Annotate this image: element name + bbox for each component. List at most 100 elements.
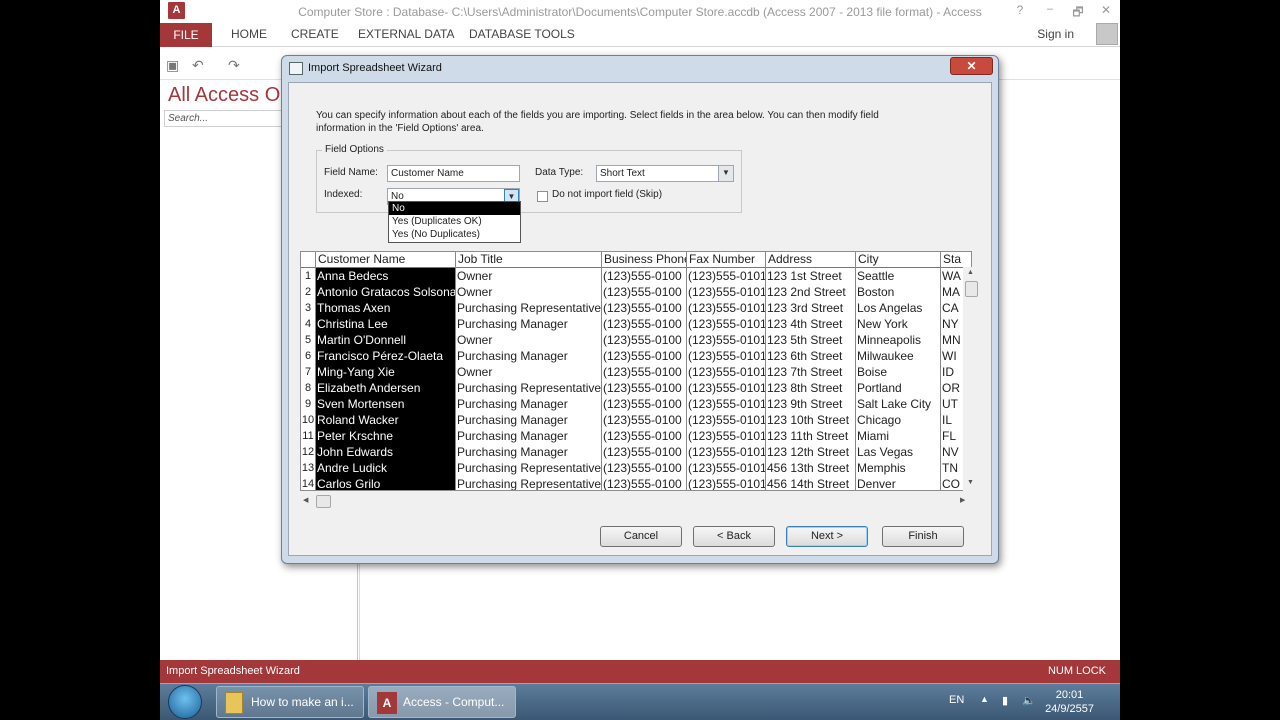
taskbar-item-label: How to make an i... [251,695,354,709]
scrollbar-thumb[interactable] [965,281,978,297]
grid-cell: (123)555-0100 [603,477,682,491]
title-bar: A Computer Store : Database- C:\Users\Ad… [160,0,1120,23]
grid-cell: Owner [457,269,493,283]
language-indicator[interactable]: EN [949,694,964,706]
grid-cell: Denver [857,477,896,491]
grid-cell: Purchasing Representative [457,477,601,491]
scroll-left-icon[interactable]: ◀ [303,496,308,504]
field-name-input[interactable]: Customer Name [387,165,520,182]
help-icon[interactable]: ? [1010,3,1030,17]
tab-create[interactable]: CREATE [291,27,339,41]
data-type-select[interactable]: Short Text ▼ [596,165,734,182]
volume-icon[interactable]: 🔈 [1022,694,1036,707]
taskbar-item-folder[interactable]: How to make an i... [216,686,364,718]
grid-cell: (123)555-0100 [603,445,682,459]
data-type-label: Data Type: [535,167,584,178]
network-icon[interactable]: ▮ [1002,694,1008,707]
redo-icon[interactable]: ↷ [228,57,240,74]
next-button[interactable]: Next > [786,526,868,547]
finish-button[interactable]: Finish [882,526,964,547]
indexed-label: Indexed: [324,189,363,200]
grid-cell: (123)555-0101 [688,365,765,379]
dropdown-option[interactable]: No [389,202,520,215]
grid-cell: 456 14th Street [767,477,850,491]
close-icon[interactable]: ✕ [1096,3,1116,17]
grid-cell: 123 11th Street [767,429,849,443]
grid-cell: Minneapolis [857,333,922,347]
grid-cell: Miami [857,429,889,443]
grid-cell: Sven Mortensen [316,396,455,412]
horizontal-scrollbar[interactable]: ◀ ▶ [300,493,972,510]
dropdown-option[interactable]: Yes (No Duplicates) [389,228,520,241]
row-number: 10 [301,414,315,426]
grid-column-address[interactable]: Address 123 1st Street 123 2nd Street 123 3… [766,252,856,491]
grid-column-business-phone[interactable]: Business Phone (123)555-0100 (123)555-0100… [602,252,687,491]
clock[interactable]: 20:01 24/9/2557 [1045,688,1094,716]
grid-column-row-number[interactable]: 1 2 3 4 5 6 7 8 9 10 11 12 13 14 [301,252,316,490]
save-icon[interactable]: ▣ [166,57,179,74]
avatar[interactable] [1096,23,1118,45]
column-header[interactable]: Business Phone [602,252,686,268]
grid-cell: (123)555-0100 [603,285,682,299]
taskbar-item-access[interactable]: A Access - Comput... [368,686,516,718]
grid-cell: 123 10th Street [767,413,850,427]
column-header[interactable]: Fax Number [687,252,765,268]
chevron-down-icon[interactable]: ▼ [718,166,733,181]
grid-column-customer-name[interactable]: Customer Name Anna Bedecs Antonio Gratacos… [316,252,456,490]
grid-cell: (123)555-0101 [688,317,765,331]
column-header[interactable]: Customer Name [316,252,455,268]
tray-expand-icon[interactable]: ▲ [980,694,989,704]
back-button[interactable]: < Back [693,526,775,547]
grid-column-job-title[interactable]: Job Title Owner Owner Purchasing Representa… [456,252,602,491]
tab-home[interactable]: HOME [231,27,267,41]
cancel-button[interactable]: Cancel [600,526,682,547]
grid-cell: Las Vegas [857,445,914,459]
minimize-icon[interactable]: – [1040,3,1060,15]
grid-cell: Boston [857,285,895,299]
row-number: 14 [301,478,315,490]
column-header[interactable]: Address [766,252,855,268]
import-spreadsheet-wizard-dialog: Import Spreadsheet Wizard ✕ You can spec… [281,55,999,564]
tab-external-data[interactable]: EXTERNAL DATA [358,27,454,41]
dialog-body: You can specify information about each o… [288,82,992,556]
column-header[interactable]: Sta [941,252,971,268]
row-number: 2 [304,286,312,298]
grid-cell: (123)555-0101 [688,301,765,315]
scroll-up-icon[interactable]: ▲ [967,269,974,276]
grid-cell: Purchasing Manager [457,349,568,363]
tab-database-tools[interactable]: DATABASE TOOLS [469,27,575,41]
grid-cell: (123)555-0101 [688,285,765,299]
clock-date: 24/9/2557 [1045,703,1094,715]
grid-cell: Boise [857,365,888,379]
status-text: Import Spreadsheet Wizard [166,665,300,677]
scroll-down-icon[interactable]: ▼ [967,479,974,486]
sign-in-link[interactable]: Sign in [1037,27,1074,41]
tab-file[interactable]: FILE [160,23,212,47]
grid-column-fax-number[interactable]: Fax Number (123)555-0101 (123)555-0101 (123… [687,252,766,490]
column-header[interactable]: City [856,252,940,268]
grid-cell: (123)555-0101 [688,349,765,363]
dropdown-option[interactable]: Yes (Duplicates OK) [389,215,520,228]
skip-field-checkbox[interactable] [537,191,548,202]
nav-pane-title[interactable]: All Access Ob [168,84,291,107]
restore-icon[interactable]: 🗗 [1068,3,1088,24]
start-button[interactable] [168,685,202,719]
grid-column-city[interactable]: City Seattle Boston Los Angelas New York Minn… [856,252,941,491]
grid-cell: Francisco Pérez-Olaeta [316,348,455,364]
grid-cell: Seattle [857,269,895,283]
grid-cell: (123)555-0100 [603,429,682,443]
scrollbar-thumb[interactable] [316,495,331,508]
grid-cell: (123)555-0100 [603,349,682,363]
vertical-scrollbar[interactable]: ▲ ▼ [963,267,980,493]
dialog-close-button[interactable]: ✕ [950,57,993,75]
grid-cell: 123 8th Street [767,381,843,395]
grid-cell: Chicago [857,413,902,427]
row-number: 8 [304,382,312,394]
column-header[interactable]: Job Title [456,252,601,268]
grid-cell: Ming-Yang Xie [316,364,455,380]
column-header[interactable] [301,252,315,268]
grid-cell: (123)555-0100 [603,365,682,379]
scroll-right-icon[interactable]: ▶ [960,496,965,504]
data-preview-grid[interactable]: 1 2 3 4 5 6 7 8 9 10 11 12 13 14 Customer Name Anna Bed… [300,251,972,491]
undo-icon[interactable]: ↶ [192,57,204,74]
